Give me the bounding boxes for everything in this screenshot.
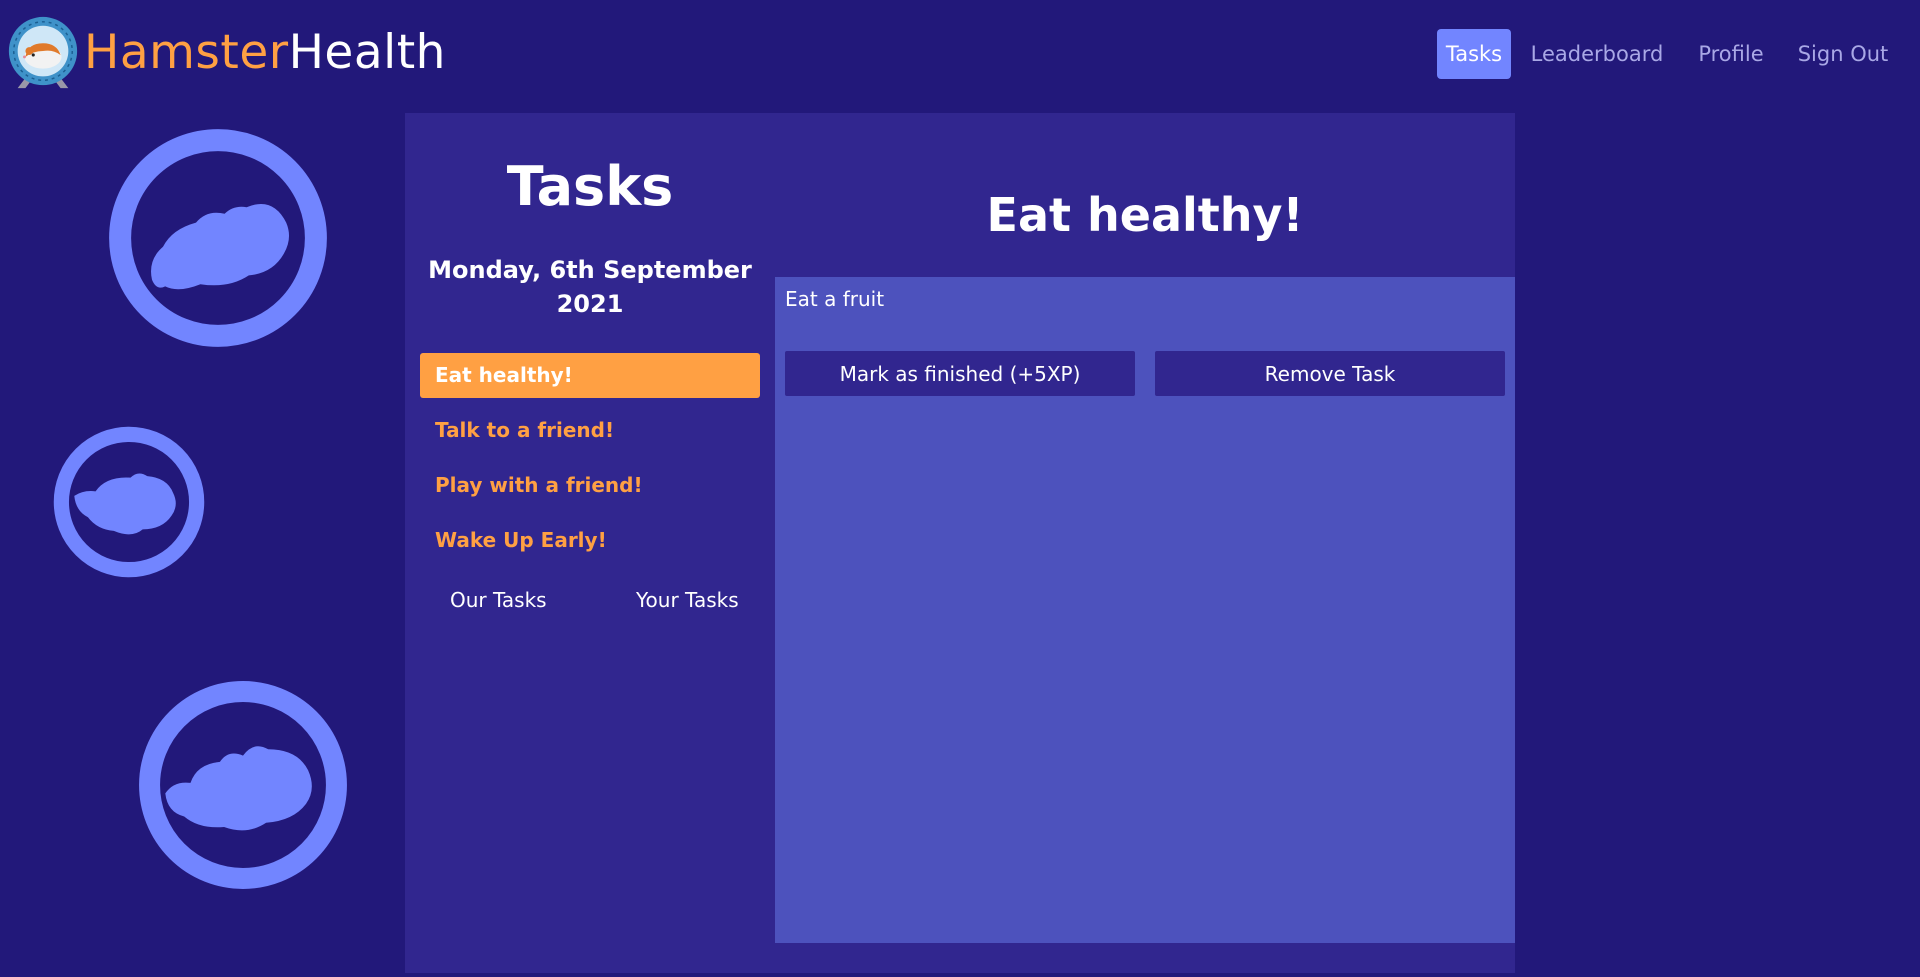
tab-our-tasks[interactable]: Our Tasks: [450, 578, 547, 623]
nav-sign-out[interactable]: Sign Out: [1794, 29, 1892, 79]
brand-name-hamster: Hamster: [84, 25, 289, 80]
navbar: HamsterHealth Tasks Leaderboard Profile …: [0, 0, 1920, 104]
hamster-wheel-icon: [53, 426, 205, 578]
hamster-wheel-icon: [139, 681, 347, 889]
nav-leaderboard[interactable]: Leaderboard: [1529, 29, 1665, 79]
task-item-play-with-friend[interactable]: Play with a friend!: [420, 463, 760, 508]
nav-tasks[interactable]: Tasks: [1437, 29, 1511, 79]
task-item-wake-up-early[interactable]: Wake Up Early!: [420, 518, 760, 563]
remove-task-button[interactable]: Remove Task: [1155, 351, 1505, 396]
task-detail-title: Eat healthy!: [986, 188, 1304, 242]
date-line-1: Monday, 6th September: [428, 256, 752, 284]
nav-profile[interactable]: Profile: [1691, 29, 1771, 79]
task-item-eat-healthy[interactable]: Eat healthy!: [420, 353, 760, 398]
task-detail-box: Eat a fruit Mark as finished (+5XP) Remo…: [775, 277, 1515, 943]
hamster-wheel-icon: [109, 129, 327, 347]
hamster-wheel-logo-icon: [8, 16, 78, 89]
task-tabs: Our Tasks Your Tasks: [420, 578, 760, 623]
mark-finished-button[interactable]: Mark as finished (+5XP): [785, 351, 1135, 396]
task-description: Eat a fruit: [785, 287, 885, 311]
task-detail: Eat healthy! Eat a fruit Mark as finishe…: [775, 113, 1515, 973]
date-line-2: 2021: [556, 290, 624, 318]
page-title: Tasks: [506, 155, 674, 218]
brand[interactable]: HamsterHealth: [4, 14, 446, 92]
task-sidebar: Tasks Monday, 6th September 2021 Eat hea…: [405, 113, 775, 973]
brand-name-health: Health: [288, 25, 446, 80]
main-panel: Tasks Monday, 6th September 2021 Eat hea…: [405, 113, 1515, 973]
task-list: Eat healthy! Talk to a friend! Play with…: [420, 353, 760, 573]
task-item-talk-to-friend[interactable]: Talk to a friend!: [420, 408, 760, 453]
brand-name: HamsterHealth: [84, 14, 446, 92]
current-date: Monday, 6th September 2021: [425, 253, 755, 321]
tab-your-tasks[interactable]: Your Tasks: [636, 578, 739, 623]
